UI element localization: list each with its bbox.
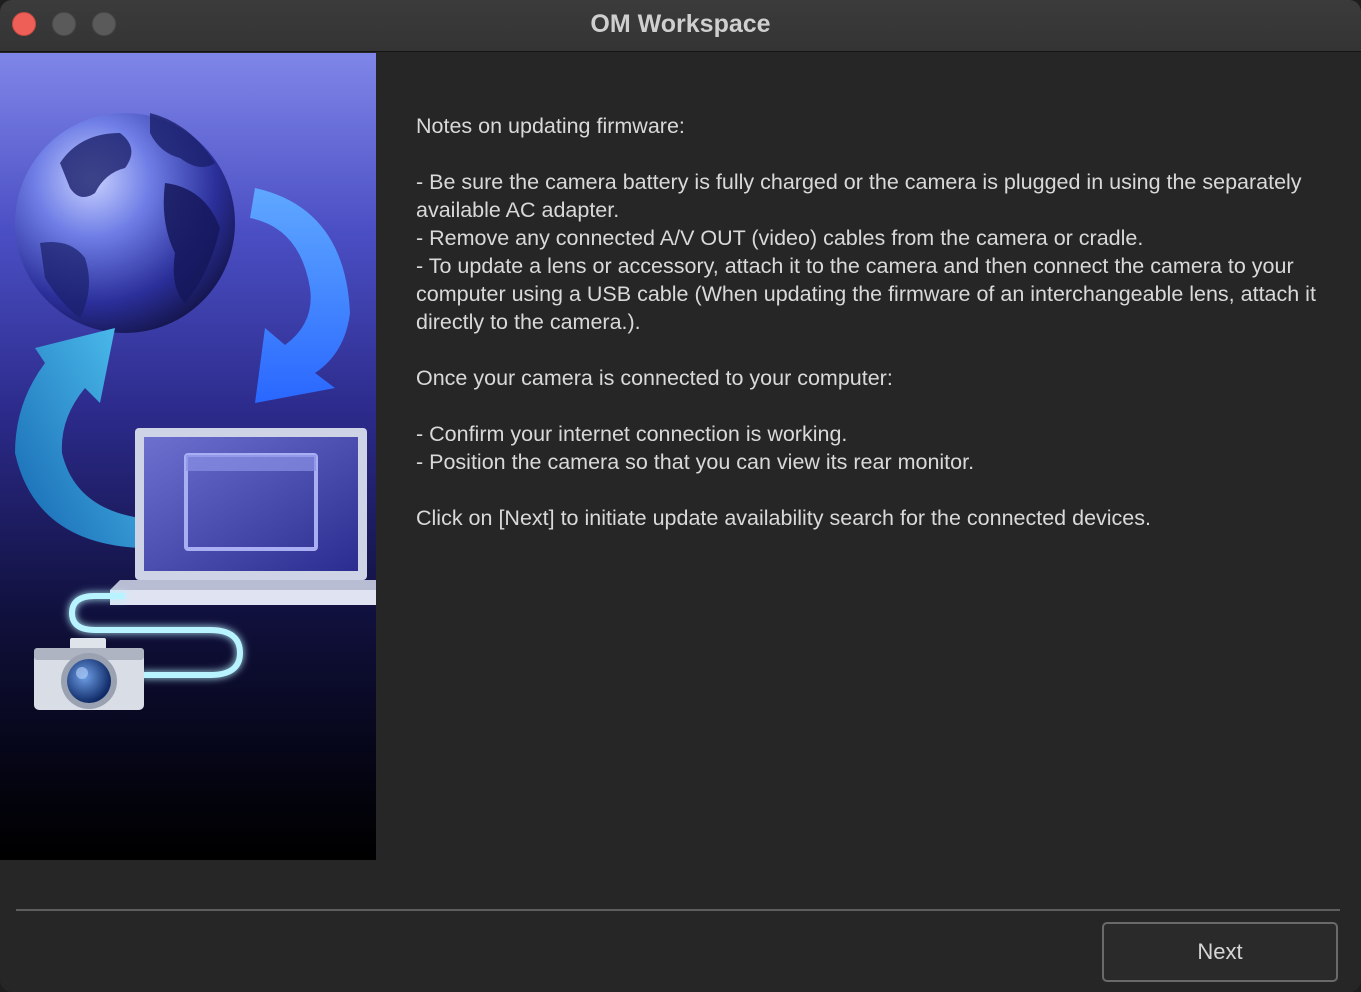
connected-item: - Confirm your internet connection is wo… <box>416 422 848 446</box>
firmware-notes: Notes on updating firmware: - Be sure th… <box>416 112 1346 532</box>
footer-divider <box>16 909 1340 911</box>
notes-heading: Notes on updating firmware: <box>416 114 685 138</box>
note-item: - Be sure the camera battery is fully ch… <box>416 170 1308 222</box>
camera-icon <box>34 638 144 710</box>
note-item: - To update a lens or accessory, attach … <box>416 254 1322 334</box>
globe-icon <box>15 113 235 333</box>
connected-heading: Once your camera is connected to your co… <box>416 366 893 390</box>
installer-window: OM Workspace Notes on updating firmware:… <box>0 0 1361 992</box>
title-bar[interactable]: OM Workspace <box>0 0 1361 52</box>
arrow-icon <box>250 188 350 403</box>
arrow-icon <box>15 328 140 548</box>
laptop-icon <box>110 428 376 605</box>
next-button[interactable]: Next <box>1102 922 1338 982</box>
note-item: - Remove any connected A/V OUT (video) c… <box>416 226 1144 250</box>
connected-item: - Position the camera so that you can vi… <box>416 450 975 474</box>
next-instruction: Click on [Next] to initiate update avail… <box>416 506 1151 530</box>
firmware-update-illustration <box>0 53 376 860</box>
window-title: OM Workspace <box>590 10 771 38</box>
